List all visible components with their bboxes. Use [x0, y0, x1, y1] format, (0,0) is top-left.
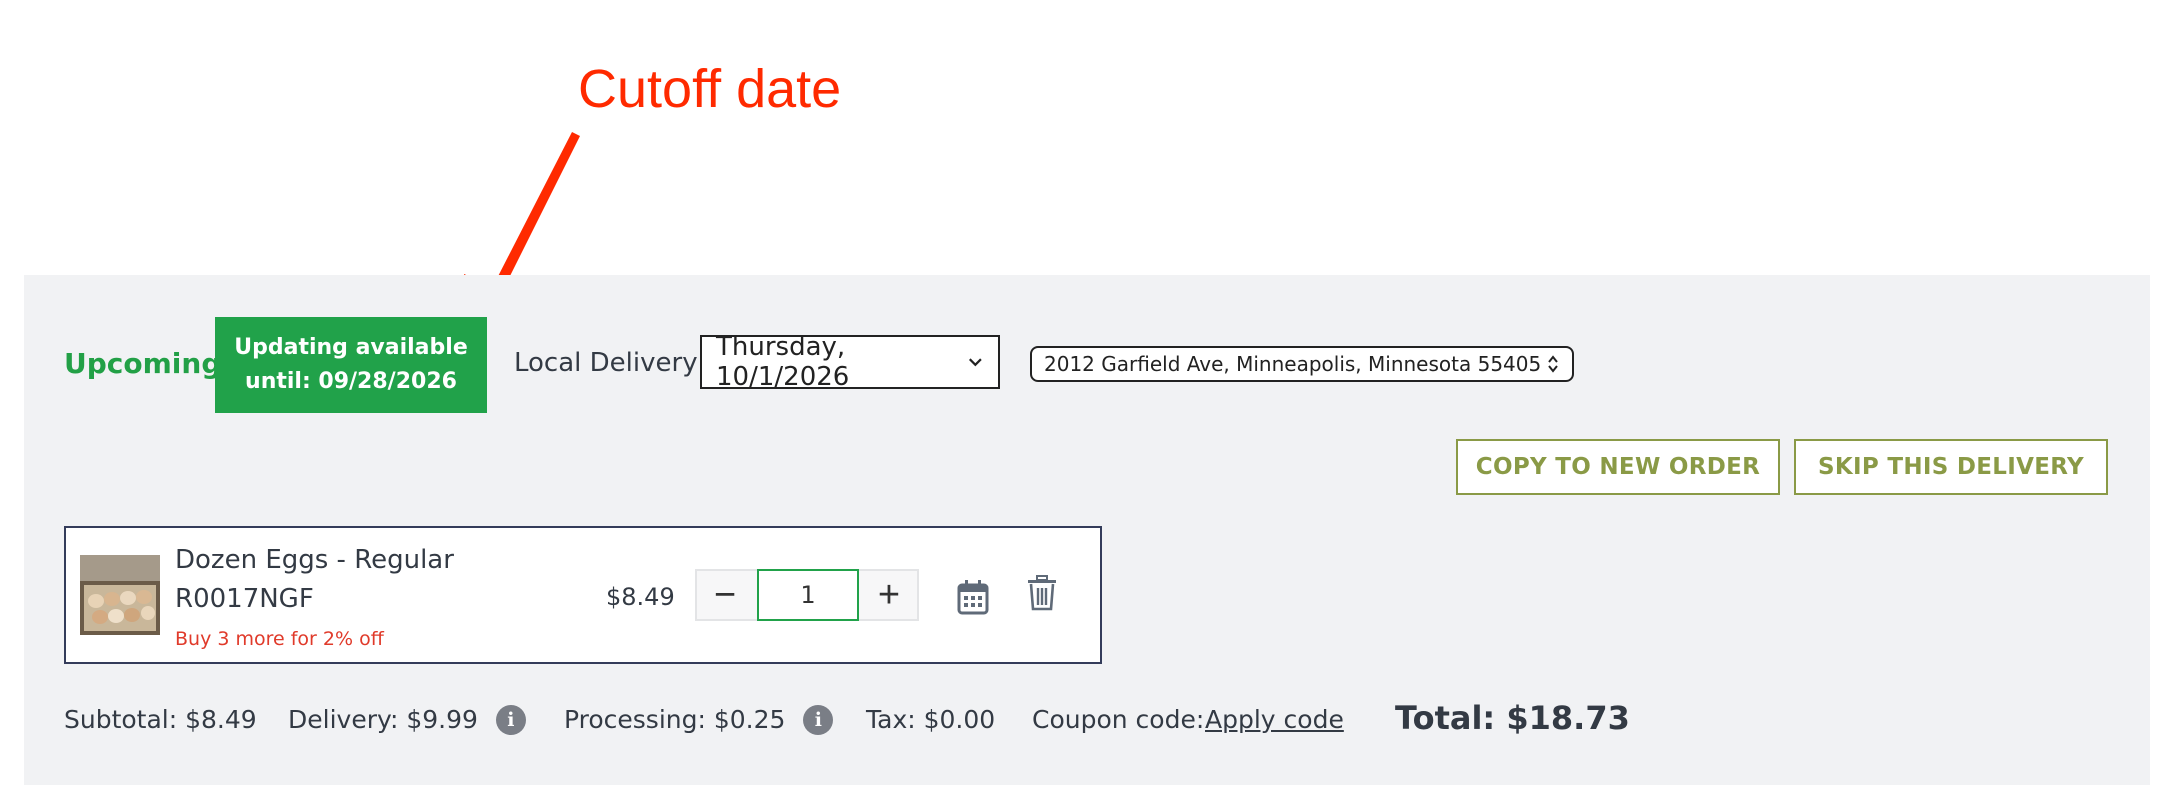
- cutoff-line-2: until: 09/28/2026: [245, 369, 457, 394]
- cutoff-line-1: Updating available: [234, 335, 468, 360]
- delivery-fee: Delivery: $9.99 i: [288, 705, 526, 735]
- quantity-stepper: − 1 +: [695, 569, 919, 621]
- minus-icon: −: [713, 573, 737, 616]
- updown-chevron-icon: [1548, 355, 1558, 373]
- calendar-icon[interactable]: [957, 579, 989, 615]
- address-select[interactable]: 2012 Garfield Ave, Minneapolis, Minnesot…: [1030, 346, 1574, 382]
- delivery-type: Local Delivery: [514, 348, 698, 378]
- plus-icon: +: [877, 573, 901, 616]
- address-value: 2012 Garfield Ave, Minneapolis, Minnesot…: [1044, 352, 1542, 376]
- info-icon[interactable]: i: [495, 705, 526, 735]
- delivery-date-select[interactable]: Thursday, 10/1/2026: [700, 332, 1000, 392]
- skip-this-delivery-button[interactable]: SKIP THIS DELIVERY: [1794, 439, 2108, 495]
- chevron-down-icon: [969, 358, 983, 367]
- copy-to-new-order-button[interactable]: COPY TO NEW ORDER: [1456, 439, 1780, 495]
- cutoff-badge: Updating available until: 09/28/2026: [215, 317, 487, 413]
- order-status: Upcoming: [64, 347, 222, 380]
- item-promo: Buy 3 more for 2% off: [175, 628, 384, 650]
- processing-fee: Processing: $0.25 i: [564, 705, 834, 735]
- decrease-quantity-button[interactable]: −: [697, 571, 753, 619]
- subtotal: Subtotal: $8.49: [64, 705, 257, 734]
- order-total: Total: $18.73: [1395, 699, 1630, 737]
- increase-quantity-button[interactable]: +: [861, 571, 917, 619]
- item-name[interactable]: Dozen Eggs - Regular: [175, 545, 454, 575]
- item-sku: R0017NGF: [175, 584, 314, 614]
- annotation-label: Cutoff date: [578, 59, 842, 119]
- trash-icon[interactable]: [1027, 575, 1057, 611]
- info-icon[interactable]: i: [803, 705, 834, 735]
- processing-fee-text: Processing: $0.25: [564, 705, 786, 734]
- order-item-row: Dozen Eggs - Regular R0017NGF Buy 3 more…: [64, 526, 1102, 664]
- quantity-input[interactable]: 1: [757, 569, 859, 621]
- eggs-photo: [80, 555, 160, 635]
- coupon-label: Coupon code:: [1032, 705, 1205, 734]
- order-panel: Upcoming Updating available until: 09/28…: [24, 275, 2150, 785]
- product-image: [80, 555, 160, 635]
- item-price: $8.49: [606, 583, 675, 611]
- tax: Tax: $0.00: [866, 705, 996, 734]
- delivery-date-value: Thursday, 10/1/2026: [716, 332, 850, 392]
- apply-code-link[interactable]: Apply code: [1205, 705, 1344, 734]
- delivery-fee-text: Delivery: $9.99: [288, 705, 478, 734]
